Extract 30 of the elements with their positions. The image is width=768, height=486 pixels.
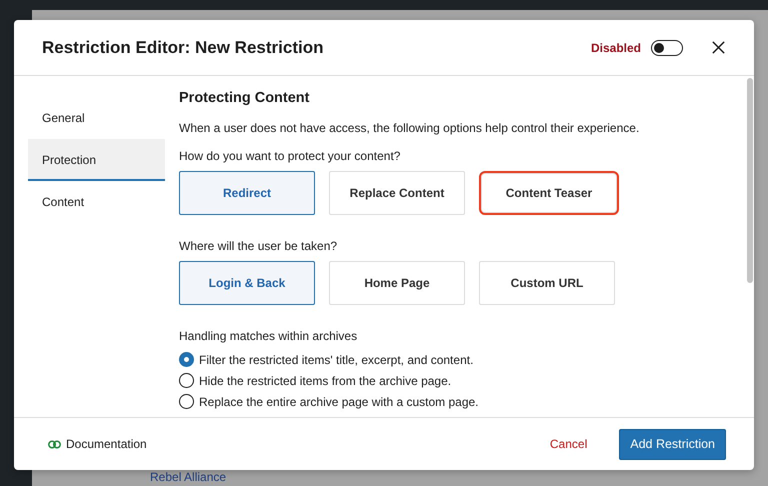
option-button[interactable]: Custom URL — [479, 261, 615, 305]
option-button[interactable]: Content Teaser — [479, 171, 619, 215]
close-icon[interactable] — [711, 40, 726, 55]
option-button[interactable]: Redirect — [179, 171, 315, 215]
status-label: Disabled — [590, 40, 641, 54]
radio-label: Filter the restricted items' title, excerpt, and content. — [199, 352, 474, 366]
radio-button[interactable] — [179, 394, 194, 409]
question-label: Where will the user be taken? — [179, 239, 338, 253]
question-label: Handling matches within archives — [179, 329, 358, 343]
radio-label: Hide the restricted items from the archive page. — [199, 374, 452, 388]
sidebar-tab[interactable]: General — [28, 97, 165, 139]
scrollbar-thumb[interactable] — [747, 78, 753, 283]
documentation-link[interactable]: Documentation — [48, 437, 147, 451]
window-title: Restriction Editor: New Restriction — [42, 38, 324, 58]
option-button[interactable]: Replace Content — [329, 171, 465, 215]
link-icon — [48, 440, 61, 448]
toggle-switch[interactable] — [651, 40, 683, 56]
page-link[interactable]: Rebel Alliance — [150, 470, 226, 484]
sidebar-tab[interactable]: Protection — [28, 139, 165, 181]
section-title: Protecting Content — [179, 90, 310, 106]
radio-label: Replace the entire archive page with a custom page. — [199, 394, 478, 408]
sidebar-tab[interactable]: Content — [28, 181, 165, 223]
section-description: When a user does not have access, the following options help control their experience. — [179, 121, 640, 135]
option-button[interactable]: Home Page — [329, 261, 465, 305]
radio-button[interactable] — [179, 352, 194, 367]
add-restriction-button[interactable]: Add Restriction — [619, 428, 726, 460]
cancel-button[interactable]: Cancel — [546, 431, 592, 457]
option-button[interactable]: Login & Back — [179, 261, 315, 305]
radio-button[interactable] — [179, 373, 194, 388]
question-label: How do you want to protect your content? — [179, 149, 402, 163]
